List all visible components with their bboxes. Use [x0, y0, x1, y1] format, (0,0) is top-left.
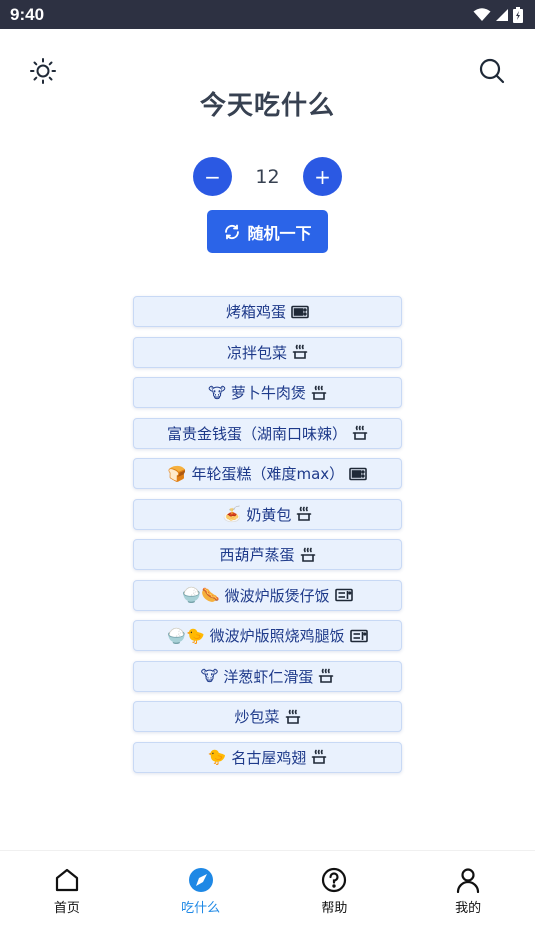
- nav-mine[interactable]: 我的: [428, 867, 508, 916]
- dish-name: 名古屋鸡翅: [231, 748, 307, 767]
- dish-tool: [300, 547, 316, 563]
- oven-icon: [291, 305, 309, 318]
- dish-tool: [349, 629, 368, 643]
- sun-icon: [30, 58, 56, 84]
- compass-icon: [188, 868, 213, 892]
- dish-list: 烤箱鸡蛋 凉拌包菜 🐮 萝卜牛肉煲 富贵金钱蛋（湖南口味辣） 🍞 年轮蛋糕（难度max） 🍝 奶…: [133, 296, 402, 782]
- bottom-nav: 首页 吃什么 帮助 我的: [0, 850, 535, 951]
- dish-tool: [349, 467, 367, 481]
- count-stepper: − 12 +: [0, 157, 535, 196]
- dish-tool: [334, 588, 353, 602]
- dish-tool: [291, 305, 309, 319]
- nav-eat-label: 吃什么: [181, 901, 221, 916]
- dish-emoji: 🐮: [200, 667, 219, 685]
- dish-emoji: 🍝: [222, 505, 242, 523]
- dish-tool: [352, 425, 368, 441]
- pot-icon: [352, 425, 368, 440]
- signal-icon: [496, 8, 508, 21]
- pot-icon: [312, 749, 327, 764]
- nav-home-label: 首页: [53, 901, 80, 916]
- oven-icon: [349, 467, 367, 480]
- dish-tool: [285, 709, 301, 725]
- dish-item[interactable]: 🐮 萝卜牛肉煲: [133, 377, 402, 408]
- dish-name: 炒包菜: [234, 708, 280, 726]
- dish-name: 洋葱虾仁滑蛋: [223, 667, 314, 686]
- dish-name: 富贵金钱蛋（湖南口味辣）: [166, 424, 347, 443]
- microwave-icon: [334, 588, 353, 602]
- home-icon: [55, 868, 78, 892]
- count-value: 12: [255, 165, 280, 188]
- pot-icon: [311, 385, 327, 400]
- search-button[interactable]: [478, 57, 506, 85]
- random-button-label: 随机一下: [247, 223, 312, 243]
- dish-name: 年轮蛋糕（难度max）: [191, 465, 345, 483]
- dish-emoji: 🍚🐤: [167, 626, 205, 645]
- pot-icon: [300, 547, 315, 562]
- pot-icon: [285, 709, 300, 724]
- dish-emoji: 🐮: [208, 383, 226, 402]
- dish-name: 微波炉版照烧鸡腿饭: [209, 627, 345, 645]
- user-icon: [457, 868, 480, 893]
- dish-item[interactable]: 炒包菜: [133, 701, 402, 732]
- dish-name: 微波炉版煲仔饭: [224, 586, 330, 605]
- dish-emoji: 🐤: [207, 748, 227, 766]
- status-time: 9:40: [10, 4, 45, 24]
- decrement-button[interactable]: −: [193, 157, 232, 196]
- wifi-icon: [473, 7, 491, 21]
- nav-mine-label: 我的: [455, 901, 482, 916]
- dish-name: 烤箱鸡蛋: [225, 303, 286, 321]
- dish-item[interactable]: 🍚🌭 微波炉版煲仔饭: [133, 579, 402, 611]
- dish-emoji: 🍚🌭: [182, 586, 220, 604]
- dish-item[interactable]: 烤箱鸡蛋: [133, 296, 402, 327]
- nav-help[interactable]: 帮助: [294, 867, 374, 916]
- increment-button[interactable]: +: [303, 157, 342, 196]
- system-icons: [473, 6, 523, 23]
- dish-item[interactable]: 富贵金钱蛋（湖南口味辣）: [133, 417, 402, 449]
- dish-item[interactable]: 🐤 名古屋鸡翅: [133, 741, 402, 773]
- page-title: 今天吃什么: [199, 91, 335, 121]
- dish-emoji: 🍞: [167, 464, 187, 483]
- dish-tool: [296, 506, 312, 522]
- dish-name: 凉拌包菜: [226, 343, 287, 362]
- random-button[interactable]: 随机一下: [207, 210, 328, 253]
- dish-tool: [311, 749, 327, 765]
- nav-help-label: 帮助: [321, 901, 348, 916]
- dish-item[interactable]: 🍚🐤 微波炉版照烧鸡腿饭: [133, 620, 402, 651]
- pot-icon: [319, 668, 334, 683]
- dish-tool: [311, 385, 327, 401]
- theme-toggle-button[interactable]: [29, 57, 57, 85]
- microwave-icon: [349, 629, 368, 642]
- dish-item[interactable]: 🍝 奶黄包: [133, 498, 402, 530]
- dish-item[interactable]: 西葫芦蒸蛋: [133, 539, 402, 570]
- dish-name: 西葫芦蒸蛋: [219, 546, 295, 564]
- nav-home[interactable]: 首页: [27, 867, 107, 916]
- battery-icon: [513, 6, 523, 23]
- dish-item[interactable]: 凉拌包菜: [133, 336, 402, 368]
- refresh-icon: [225, 224, 240, 239]
- dish-tool: [292, 344, 308, 360]
- help-icon: [322, 867, 347, 893]
- pot-icon: [292, 344, 308, 359]
- nav-eat[interactable]: 吃什么: [161, 867, 241, 916]
- pot-icon: [297, 506, 312, 521]
- dish-name: 奶黄包: [246, 505, 292, 524]
- dish-tool: [318, 668, 334, 684]
- dish-item[interactable]: 🐮 洋葱虾仁滑蛋: [133, 660, 402, 692]
- dish-name: 萝卜牛肉煲: [230, 384, 306, 402]
- dish-item[interactable]: 🍞 年轮蛋糕（难度max）: [133, 458, 402, 489]
- search-icon: [479, 58, 505, 84]
- status-bar: 9:40: [0, 0, 535, 29]
